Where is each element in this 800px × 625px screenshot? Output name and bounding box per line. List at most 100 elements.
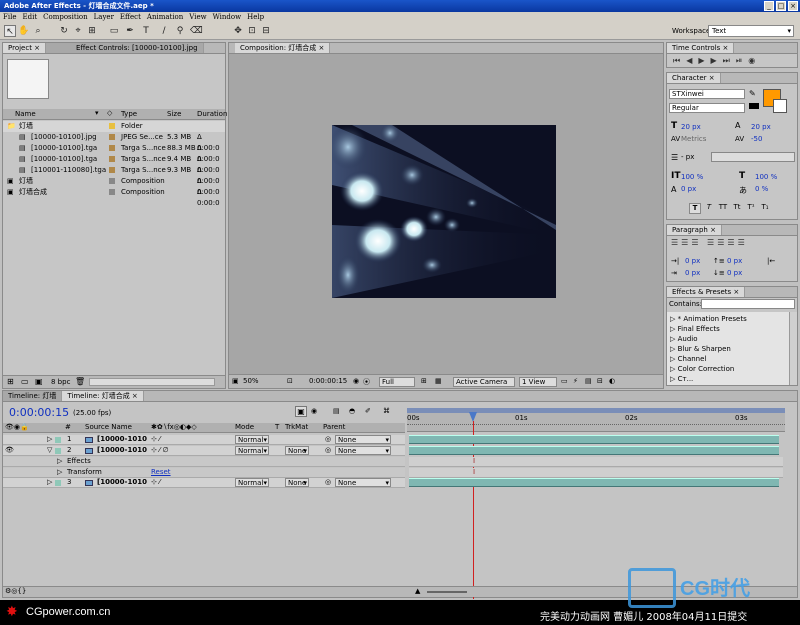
label-color-swatch[interactable] xyxy=(109,134,115,140)
rectangle-mask-tool-icon[interactable]: ▭ xyxy=(108,25,120,37)
comp-viewer[interactable] xyxy=(332,125,556,298)
project-item[interactable]: ▣ 灯墙合成 Composition Δ 0:00:0 xyxy=(3,187,225,207)
effects-scrollbar[interactable] xyxy=(789,312,797,385)
trkmat-select[interactable]: None xyxy=(285,446,309,455)
brush-tool-icon[interactable]: / xyxy=(158,25,170,37)
label-color-swatch[interactable] xyxy=(109,123,115,129)
expand-arrow-icon[interactable]: ▷ xyxy=(670,355,675,363)
menu-window[interactable]: Window xyxy=(213,12,242,23)
label-color-swatch[interactable] xyxy=(109,178,115,184)
tab-timeline-2[interactable]: Timeline: 灯墙合成 × xyxy=(62,391,144,401)
blend-mode-select[interactable]: Normal xyxy=(235,478,269,487)
menu-effect[interactable]: Effect xyxy=(120,12,141,23)
twirl-arrow-icon[interactable]: ▷ xyxy=(57,468,62,476)
indent-left-value[interactable]: 0 px xyxy=(685,257,700,265)
superscript-button[interactable]: T¹ xyxy=(745,203,757,214)
layer-duration-bar[interactable] xyxy=(409,478,779,487)
space-before-value[interactable]: 0 px xyxy=(727,257,742,265)
always-preview-icon[interactable]: ▣ xyxy=(232,377,239,385)
small-caps-button[interactable]: Tt xyxy=(731,203,743,214)
camera-select[interactable]: Active Camera xyxy=(453,377,515,387)
layer-duration-bar[interactable] xyxy=(409,435,779,444)
work-area-bar[interactable] xyxy=(407,408,785,413)
draft-3d-icon[interactable]: ▤ xyxy=(333,407,340,415)
stroke-order-select[interactable] xyxy=(711,152,795,162)
workspace-select[interactable]: Text xyxy=(708,25,794,37)
timeline-layer-row[interactable]: 👁 ▽ 2 [10000-1010 ⊹ ⁄ ∅ Normal None ◎ None xyxy=(3,446,405,456)
layer-switches-icon[interactable]: ⊹ ⁄ xyxy=(151,435,160,443)
column-type[interactable]: Type xyxy=(121,110,137,118)
region-of-interest-icon[interactable]: ⊞ xyxy=(421,377,427,385)
keyframe-marker-icon[interactable]: I xyxy=(473,457,475,465)
pick-whip-icon[interactable]: ◎ xyxy=(325,435,331,443)
expand-arrow-icon[interactable]: ▷ xyxy=(670,375,675,383)
transparency-grid-icon[interactable]: ▦ xyxy=(435,377,442,385)
pick-whip-icon[interactable]: ◎ xyxy=(325,478,331,486)
hand-tool-icon[interactable]: ✋ xyxy=(18,25,30,37)
tsume-value[interactable]: 0 % xyxy=(755,185,768,193)
font-style-select[interactable]: Regular xyxy=(669,103,745,113)
project-item[interactable]: ▤ [10000-10100].jpg JPEG Se...ce 5.3 MB Δ 0:… xyxy=(3,132,225,152)
twirl-arrow-icon[interactable]: ▷ xyxy=(47,435,52,443)
clone-stamp-tool-icon[interactable]: ⚲ xyxy=(174,25,186,37)
vertical-scale-value[interactable]: 100 % xyxy=(681,173,703,181)
graph-editor-icon[interactable]: ✐ xyxy=(365,407,371,415)
zoom-level[interactable]: 50% xyxy=(243,377,259,385)
blend-mode-select[interactable]: Normal xyxy=(235,435,269,444)
toggle-switches-icon[interactable]: ⚙◎{} xyxy=(5,587,26,595)
camera-tool-icon[interactable]: ⌖ xyxy=(72,25,84,37)
current-time[interactable]: 0:00:00:15 xyxy=(309,377,347,385)
layer-duration-bar[interactable] xyxy=(409,446,779,455)
layer-source-name[interactable]: [10000-1010 xyxy=(97,435,147,443)
fast-preview-icon[interactable]: ⚡ xyxy=(573,377,578,385)
column-parent[interactable]: Parent xyxy=(323,423,345,431)
timeline-property-group[interactable]: ▷ Transform Reset xyxy=(3,468,405,478)
layer-switches-icon[interactable]: ⊹ ⁄ ∅ xyxy=(151,446,169,454)
layer-source-name[interactable]: [10000-1010 xyxy=(97,446,147,454)
baseline-shift-value[interactable]: 0 px xyxy=(681,185,696,193)
tab-effect-controls[interactable]: Effect Controls: [10000-10100].jpg xyxy=(46,43,204,53)
column-name[interactable]: Name xyxy=(15,110,36,118)
font-size-value[interactable]: 20 px xyxy=(681,123,701,131)
world-axis-icon[interactable]: ⊟ xyxy=(260,25,272,37)
bpc-label[interactable]: 8 bpc xyxy=(51,378,70,386)
close-button[interactable]: × xyxy=(788,1,798,11)
timeline-property-group[interactable]: ▷ Effects xyxy=(3,457,405,467)
project-item[interactable]: ▤ [10000-10100].tga Targa S...nce 9.4 MB Δ 0… xyxy=(3,154,225,174)
project-item[interactable]: 📁 灯墙 Folder xyxy=(3,121,225,132)
menu-layer[interactable]: Layer xyxy=(94,12,114,23)
interpret-footage-icon[interactable]: ⊞ xyxy=(7,377,14,386)
label-color-swatch[interactable] xyxy=(109,189,115,195)
effects-search-input[interactable] xyxy=(701,299,795,309)
project-item[interactable]: ▤ [110001-110080].tga Targa S...nce 9.3 MB Δ… xyxy=(3,165,225,185)
tab-time-controls[interactable]: Time Controls × xyxy=(667,43,735,53)
view-layout-select[interactable]: 1 View xyxy=(519,377,557,387)
twirl-arrow-icon[interactable]: ▷ xyxy=(57,457,62,465)
kerning-value[interactable]: Metrics xyxy=(681,135,706,143)
stroke-width-value[interactable]: - px xyxy=(681,153,694,161)
twirl-arrow-icon[interactable]: ▷ xyxy=(47,478,52,486)
leading-value[interactable]: 20 px xyxy=(751,123,771,131)
reset-link[interactable]: Reset xyxy=(151,468,171,476)
faux-italic-button[interactable]: T xyxy=(703,203,715,214)
expand-arrow-icon[interactable]: ▷ xyxy=(670,345,675,353)
indent-first-value[interactable]: 0 px xyxy=(685,269,700,277)
orbit-axis-icon[interactable]: ✥ xyxy=(232,25,244,37)
live-update-icon[interactable]: ◉ xyxy=(311,407,317,415)
timeline-layer-row[interactable]: ▷ 3 [10000-1010 ⊹ ⁄ Normal None ◎ None xyxy=(3,478,405,488)
menu-composition[interactable]: Composition xyxy=(43,12,88,23)
menu-help[interactable]: Help xyxy=(247,12,264,23)
tab-paragraph[interactable]: Paragraph × xyxy=(667,225,722,235)
horizontal-scale-value[interactable]: 100 % xyxy=(755,173,777,181)
rotate-tool-icon[interactable]: ↻ xyxy=(58,25,70,37)
column-source-name[interactable]: Source Name xyxy=(85,423,132,431)
tab-effects-presets[interactable]: Effects & Presets × xyxy=(667,287,746,297)
faux-bold-button[interactable]: T xyxy=(689,203,701,214)
resolution-select[interactable]: Full xyxy=(379,377,415,387)
local-axis-icon[interactable]: ⊡ xyxy=(246,25,258,37)
tab-timeline-1[interactable]: Timeline: 灯墙 xyxy=(3,391,63,401)
label-color-swatch[interactable] xyxy=(109,156,115,162)
eraser-tool-icon[interactable]: ⌫ xyxy=(190,25,203,37)
type-tool-icon[interactable]: T xyxy=(140,25,152,37)
color-channel-icon[interactable]: ⦿ xyxy=(363,377,370,387)
